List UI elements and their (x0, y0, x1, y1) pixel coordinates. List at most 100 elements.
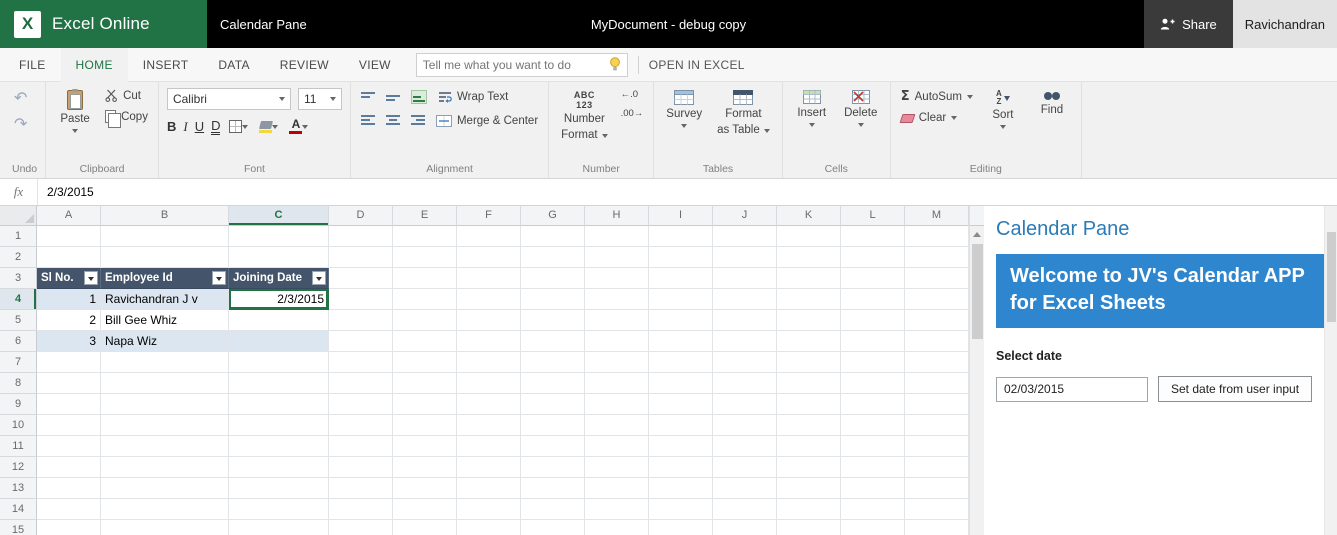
cell-F2[interactable] (457, 247, 521, 268)
cell-B11[interactable] (101, 436, 229, 457)
borders-button[interactable] (227, 118, 250, 135)
cell-E4[interactable] (393, 289, 457, 310)
excel-logo[interactable]: X Excel Online (0, 0, 207, 48)
cell-G13[interactable] (521, 478, 585, 499)
cell-D10[interactable] (329, 415, 393, 436)
cell-J13[interactable] (713, 478, 777, 499)
cell-D6[interactable] (329, 331, 393, 352)
align-top-button[interactable] (359, 89, 377, 105)
cell-F13[interactable] (457, 478, 521, 499)
column-header-A[interactable]: A (37, 206, 101, 226)
cell-J15[interactable] (713, 520, 777, 535)
cell-K4[interactable] (777, 289, 841, 310)
cell-A6[interactable]: 3 (37, 331, 101, 352)
autosum-button[interactable]: Σ AutoSum (899, 88, 975, 105)
cell-I13[interactable] (649, 478, 713, 499)
cell-G11[interactable] (521, 436, 585, 457)
cell-C7[interactable] (229, 352, 329, 373)
cell-L11[interactable] (841, 436, 905, 457)
column-header-B[interactable]: B (101, 206, 229, 226)
cell-J14[interactable] (713, 499, 777, 520)
column-header-J[interactable]: J (713, 206, 777, 226)
cell-B2[interactable] (101, 247, 229, 268)
cell-D8[interactable] (329, 373, 393, 394)
cell-F15[interactable] (457, 520, 521, 535)
row-header-15[interactable]: 15 (0, 520, 37, 535)
column-header-C[interactable]: C (229, 206, 329, 226)
cell-B3[interactable]: Employee Id (101, 268, 229, 289)
cell-I5[interactable] (649, 310, 713, 331)
cell-G9[interactable] (521, 394, 585, 415)
cell-I4[interactable] (649, 289, 713, 310)
cell-A12[interactable] (37, 457, 101, 478)
cell-E6[interactable] (393, 331, 457, 352)
cell-K7[interactable] (777, 352, 841, 373)
cell-G15[interactable] (521, 520, 585, 535)
formula-bar-value[interactable]: 2/3/2015 (38, 185, 94, 199)
merge-center-button[interactable]: Merge & Center (434, 114, 540, 128)
tab-data[interactable]: DATA (203, 48, 264, 82)
cell-A11[interactable] (37, 436, 101, 457)
cell-M9[interactable] (905, 394, 969, 415)
cell-J6[interactable] (713, 331, 777, 352)
cell-J11[interactable] (713, 436, 777, 457)
row-header-10[interactable]: 10 (0, 415, 37, 436)
cell-B4[interactable]: Ravichandran J v (101, 289, 229, 310)
cell-F10[interactable] (457, 415, 521, 436)
cell-F7[interactable] (457, 352, 521, 373)
align-middle-button[interactable] (384, 89, 402, 105)
redo-button[interactable]: ↷ (12, 114, 29, 133)
cell-E15[interactable] (393, 520, 457, 535)
font-name-combo[interactable]: Calibri (166, 88, 291, 110)
cell-B1[interactable] (101, 226, 229, 247)
cell-L1[interactable] (841, 226, 905, 247)
cell-L15[interactable] (841, 520, 905, 535)
cell-K10[interactable] (777, 415, 841, 436)
cell-G12[interactable] (521, 457, 585, 478)
double-underline-button[interactable]: D (211, 119, 221, 135)
tab-review[interactable]: REVIEW (265, 48, 344, 82)
cell-J8[interactable] (713, 373, 777, 394)
cell-I7[interactable] (649, 352, 713, 373)
cell-E10[interactable] (393, 415, 457, 436)
cut-button[interactable]: Cut (103, 88, 150, 103)
row-header-4[interactable]: 4 (0, 289, 37, 310)
column-header-E[interactable]: E (393, 206, 457, 226)
font-color-button[interactable]: A (287, 117, 310, 136)
cell-A1[interactable] (37, 226, 101, 247)
row-header-5[interactable]: 5 (0, 310, 37, 331)
taskpane-scroll-thumb[interactable] (1327, 232, 1336, 322)
cell-D15[interactable] (329, 520, 393, 535)
cell-J4[interactable] (713, 289, 777, 310)
cell-A5[interactable]: 2 (37, 310, 101, 331)
cell-C9[interactable] (229, 394, 329, 415)
cell-F8[interactable] (457, 373, 521, 394)
copy-button[interactable]: Copy (103, 109, 150, 128)
align-bottom-button[interactable] (409, 88, 429, 106)
cell-K9[interactable] (777, 394, 841, 415)
share-button[interactable]: Share (1144, 0, 1233, 48)
cell-M6[interactable] (905, 331, 969, 352)
cell-L4[interactable] (841, 289, 905, 310)
cell-C8[interactable] (229, 373, 329, 394)
cell-M3[interactable] (905, 268, 969, 289)
cell-K11[interactable] (777, 436, 841, 457)
cell-A4[interactable]: 1 (37, 289, 101, 310)
cell-C12[interactable] (229, 457, 329, 478)
cell-K13[interactable] (777, 478, 841, 499)
cell-B5[interactable]: Bill Gee Whiz (101, 310, 229, 331)
cell-E9[interactable] (393, 394, 457, 415)
cell-F3[interactable] (457, 268, 521, 289)
cell-E14[interactable] (393, 499, 457, 520)
cell-L2[interactable] (841, 247, 905, 268)
cell-A14[interactable] (37, 499, 101, 520)
cell-B13[interactable] (101, 478, 229, 499)
cell-G14[interactable] (521, 499, 585, 520)
cell-H5[interactable] (585, 310, 649, 331)
row-header-7[interactable]: 7 (0, 352, 37, 373)
cell-A7[interactable] (37, 352, 101, 373)
cell-J3[interactable] (713, 268, 777, 289)
tab-home[interactable]: HOME (60, 47, 128, 82)
row-header-11[interactable]: 11 (0, 436, 37, 457)
cell-D1[interactable] (329, 226, 393, 247)
